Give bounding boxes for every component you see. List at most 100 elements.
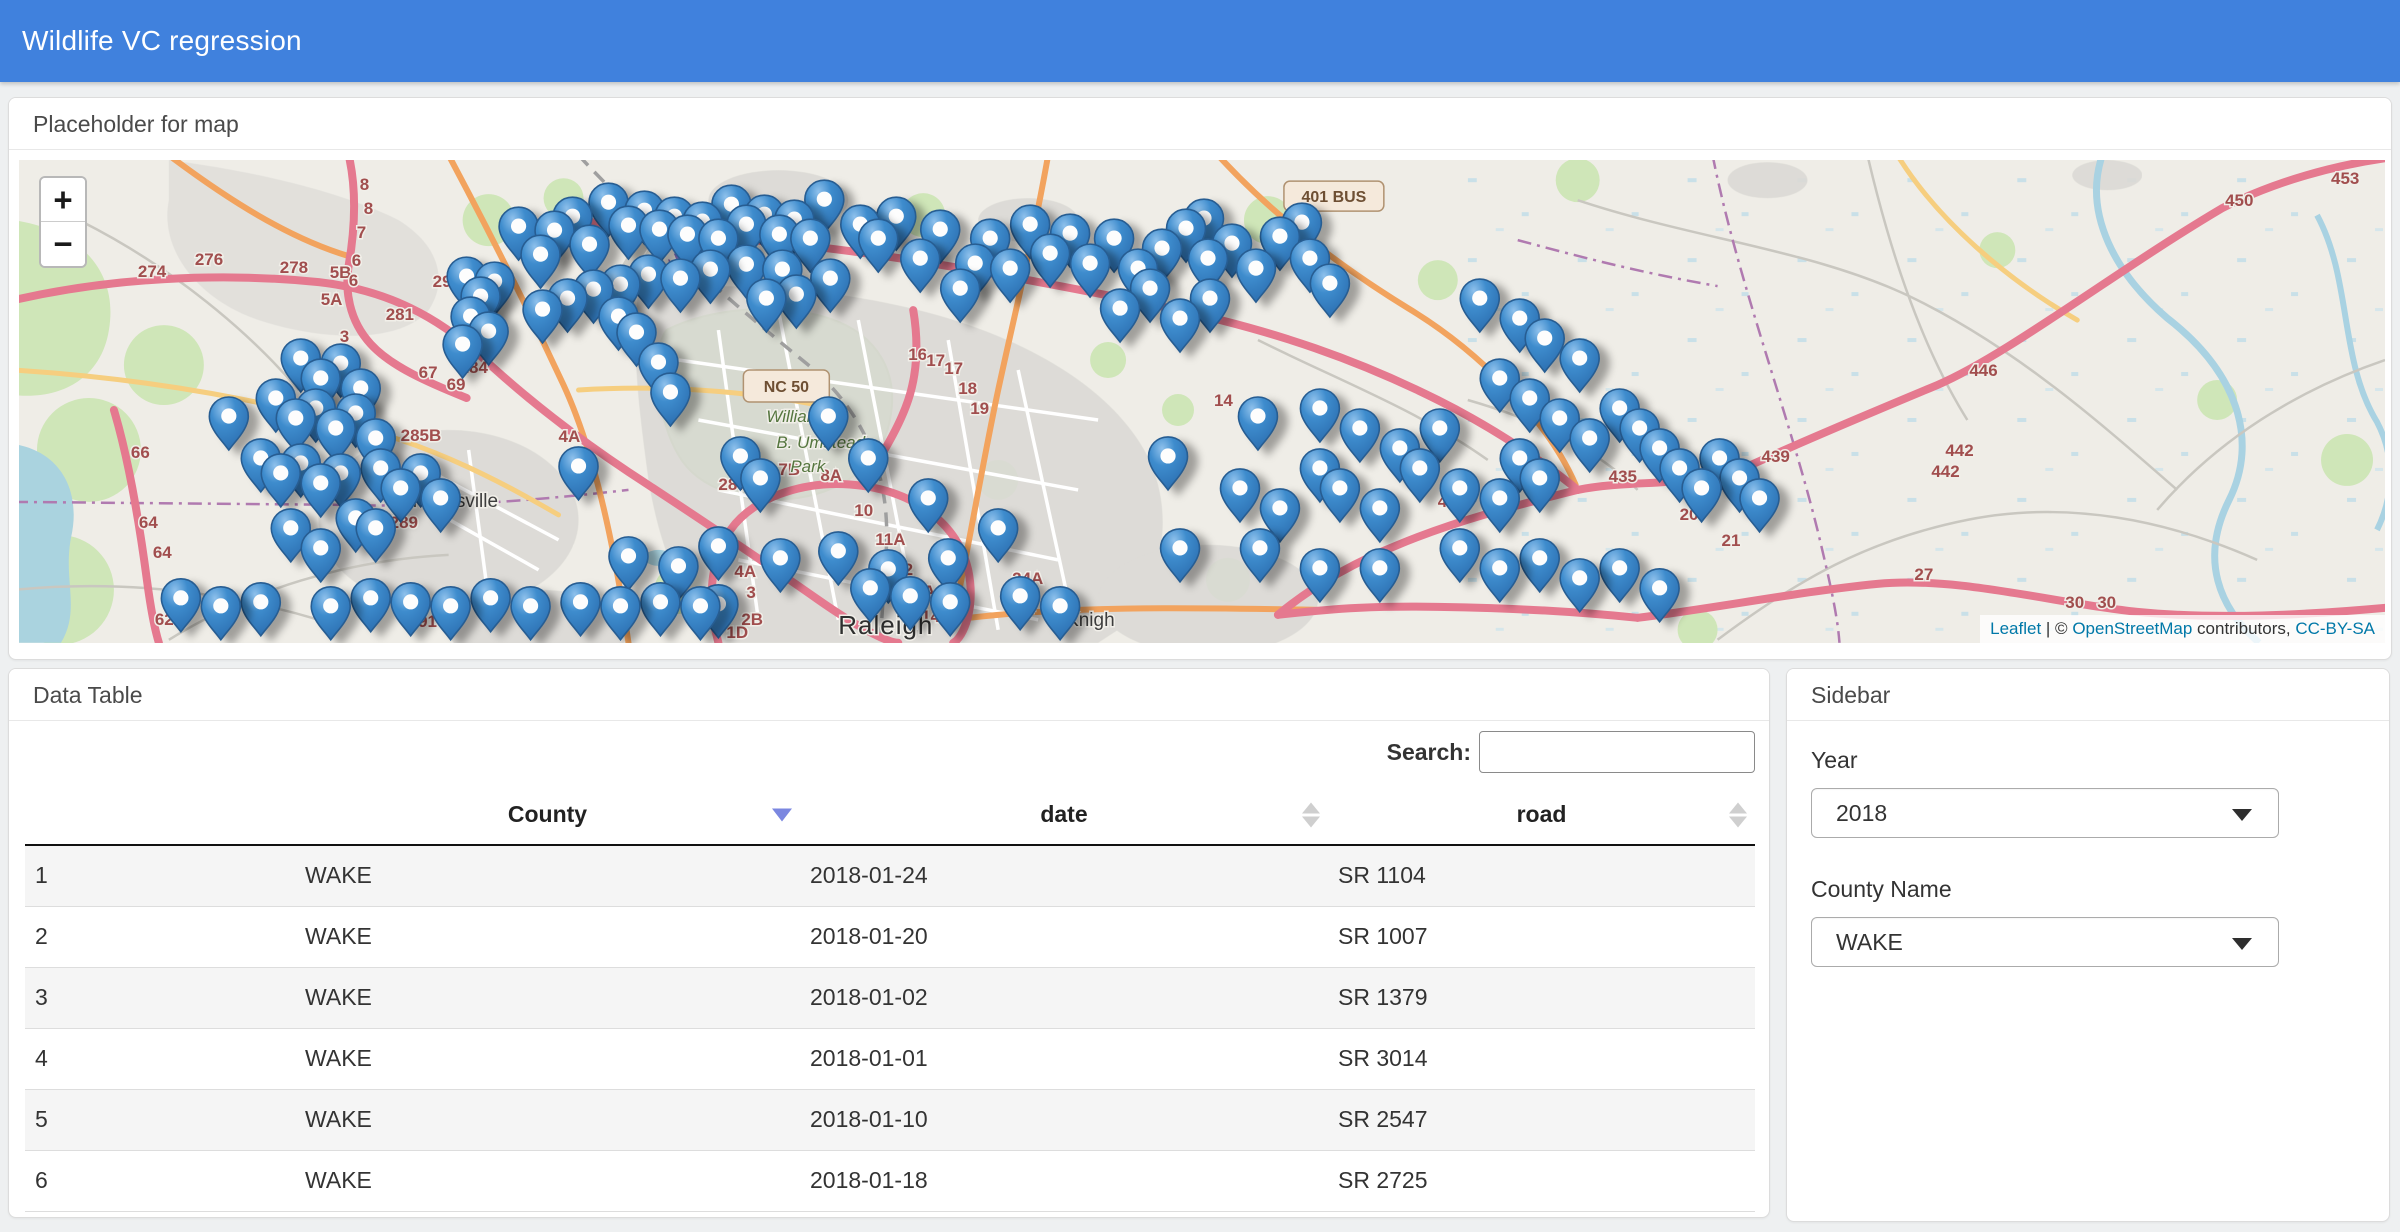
cell-road: SR 2547 bbox=[1328, 1089, 1755, 1150]
map-label-route: 18 bbox=[958, 379, 977, 398]
map-label-route: 281 bbox=[386, 305, 414, 324]
chevron-down-icon bbox=[2232, 938, 2252, 950]
cell-county: WAKE bbox=[295, 906, 800, 967]
road-shield: 401 BUS bbox=[1301, 189, 1366, 206]
leaflet-map[interactable]: + − bbox=[19, 160, 2385, 643]
map-label-route: 7 bbox=[357, 223, 366, 242]
search-input[interactable] bbox=[1479, 731, 1755, 773]
cell-road: SR 2725 bbox=[1328, 1150, 1755, 1211]
sidebar-panel: Sidebar Year 2018 County Name WAKE bbox=[1786, 668, 2390, 1222]
osm-link[interactable]: OpenStreetMap bbox=[2072, 619, 2192, 638]
map-label-route: 6 bbox=[349, 271, 358, 290]
cell-county: WAKE bbox=[295, 1028, 800, 1089]
county-select[interactable]: WAKE bbox=[1811, 917, 2279, 967]
zoom-in-button[interactable]: + bbox=[41, 178, 85, 222]
column-label: County bbox=[508, 801, 587, 827]
map-zoom-control: + − bbox=[39, 176, 87, 268]
map-label-route: 27 bbox=[1914, 565, 1933, 584]
map-label-route: 446 bbox=[1969, 361, 1997, 380]
app-navbar: Wildlife VC regression bbox=[0, 0, 2400, 82]
map-label-route: 3 bbox=[746, 583, 755, 602]
map-label-route: 439 bbox=[1762, 447, 1790, 466]
cell-rownum: 1 bbox=[25, 845, 295, 906]
map-label-route: 4A bbox=[559, 427, 581, 446]
attribution-separator: | © bbox=[2041, 619, 2072, 638]
table-row[interactable]: 5WAKE2018-01-10SR 2547 bbox=[25, 1089, 1755, 1150]
column-header-date[interactable]: date bbox=[800, 785, 1328, 845]
map-canvas[interactable]: ✈ 2742762785B5A281388766293284284285B287… bbox=[19, 160, 2385, 643]
cell-road: SR 1104 bbox=[1328, 845, 1755, 906]
data-table-heading: Data Table bbox=[9, 669, 1769, 721]
map-label-route: 16 bbox=[908, 345, 927, 364]
map-label-route: 64 bbox=[153, 543, 172, 562]
sort-icon bbox=[1302, 802, 1320, 827]
cell-date: 2018-01-10 bbox=[800, 1089, 1328, 1150]
table-controls: Search: bbox=[9, 721, 1769, 785]
map-label-route: 17 bbox=[944, 359, 963, 378]
table-header-row: County date road bbox=[25, 785, 1755, 845]
cell-date: 2018-01-24 bbox=[800, 845, 1328, 906]
map-label-route: 4A bbox=[734, 562, 756, 581]
map-label-route: 8 bbox=[364, 199, 373, 218]
table-row[interactable]: 4WAKE2018-01-01SR 3014 bbox=[25, 1028, 1755, 1089]
map-label-route: 10 bbox=[854, 501, 873, 520]
data-table-panel: Data Table Search: County date road 1WAK… bbox=[8, 668, 1770, 1218]
zoom-out-button[interactable]: − bbox=[41, 222, 85, 266]
cell-road: SR 1007 bbox=[1328, 906, 1755, 967]
map-panel-heading: Placeholder for map bbox=[9, 98, 2391, 150]
cell-date: 2018-01-18 bbox=[800, 1150, 1328, 1211]
cell-date: 2018-01-02 bbox=[800, 967, 1328, 1028]
attribution-text: contributors, bbox=[2192, 619, 2295, 638]
county-label: County Name bbox=[1811, 876, 2365, 903]
cell-county: WAKE bbox=[295, 967, 800, 1028]
map-label-route: 8 bbox=[360, 175, 369, 194]
map-label-route: 6 bbox=[352, 251, 361, 270]
year-select[interactable]: 2018 bbox=[1811, 788, 2279, 838]
sidebar-heading: Sidebar bbox=[1787, 669, 2389, 721]
map-label-route: 14 bbox=[1214, 391, 1233, 410]
map-label-park: Park bbox=[790, 457, 826, 476]
map-label-route: 17 bbox=[926, 351, 945, 370]
table-row[interactable]: 1WAKE2018-01-24SR 1104 bbox=[25, 845, 1755, 906]
map-label-route: 30 bbox=[2097, 593, 2116, 612]
map-label-route: 3 bbox=[340, 327, 349, 346]
cell-rownum: 2 bbox=[25, 906, 295, 967]
table-row[interactable]: 2WAKE2018-01-20SR 1007 bbox=[25, 906, 1755, 967]
map-label-route: 450 bbox=[2225, 191, 2253, 210]
column-header-county[interactable]: County bbox=[295, 785, 800, 845]
year-label: Year bbox=[1811, 747, 2365, 774]
map-label-route: 276 bbox=[195, 250, 223, 269]
table-row[interactable]: 3WAKE2018-01-02SR 1379 bbox=[25, 967, 1755, 1028]
column-header-rownum[interactable] bbox=[25, 785, 295, 845]
cell-rownum: 5 bbox=[25, 1089, 295, 1150]
chevron-down-icon bbox=[2232, 809, 2252, 821]
map-panel: Placeholder for map + − bbox=[8, 97, 2392, 660]
leaflet-link[interactable]: Leaflet bbox=[1990, 619, 2041, 638]
cell-rownum: 3 bbox=[25, 967, 295, 1028]
cell-rownum: 6 bbox=[25, 1150, 295, 1211]
map-label-route: 435 bbox=[1609, 467, 1637, 486]
search-label: Search: bbox=[1387, 739, 1471, 766]
map-label-route: 30 bbox=[2065, 593, 2084, 612]
map-label-route: 285B bbox=[401, 426, 442, 445]
map-label-route: 274 bbox=[138, 262, 167, 281]
cell-county: WAKE bbox=[295, 1089, 800, 1150]
column-label: date bbox=[1040, 801, 1087, 827]
app-title: Wildlife VC regression bbox=[0, 25, 302, 57]
map-label-route: 21 bbox=[1722, 531, 1741, 550]
cell-road: SR 1379 bbox=[1328, 967, 1755, 1028]
map-label-route: 64 bbox=[139, 513, 158, 532]
cell-date: 2018-01-20 bbox=[800, 906, 1328, 967]
map-label-route: 5A bbox=[321, 290, 343, 309]
column-header-road[interactable]: road bbox=[1328, 785, 1755, 845]
data-table: County date road 1WAKE2018-01-24SR 1104 … bbox=[25, 785, 1755, 1212]
license-link[interactable]: CC-BY-SA bbox=[2295, 619, 2375, 638]
map-label-route: 19 bbox=[970, 399, 989, 418]
table-row[interactable]: 6WAKE2018-01-18SR 2725 bbox=[25, 1150, 1755, 1211]
year-select-value: 2018 bbox=[1836, 800, 1887, 827]
map-label-route: 66 bbox=[131, 443, 150, 462]
cell-rownum: 4 bbox=[25, 1028, 295, 1089]
cell-county: WAKE bbox=[295, 1150, 800, 1211]
map-label-route: 278 bbox=[280, 258, 308, 277]
map-label-route: 1D bbox=[726, 623, 748, 642]
